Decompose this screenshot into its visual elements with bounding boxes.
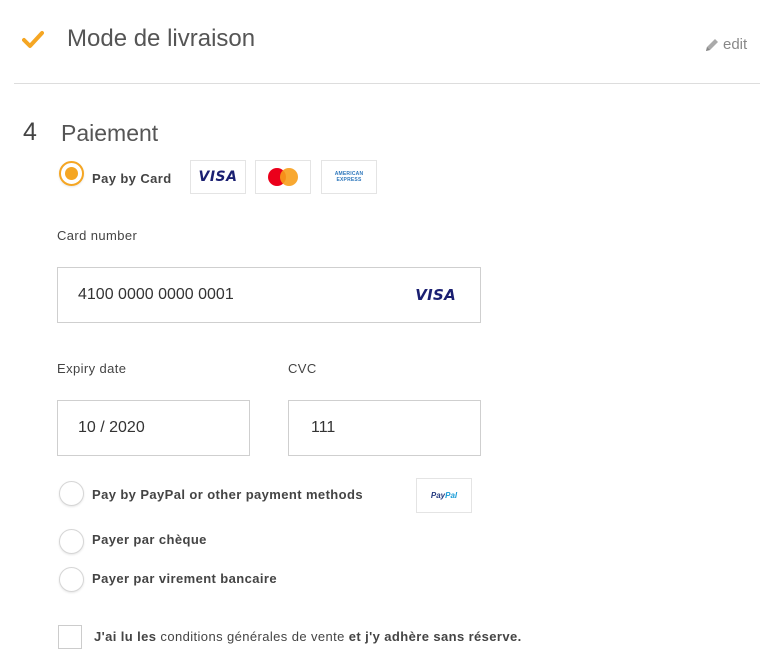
- mastercard-logo: [255, 160, 311, 194]
- cvc-value: 111: [311, 419, 336, 436]
- cvc-label: CVC: [288, 361, 317, 376]
- pencil-icon: [706, 38, 718, 51]
- edit-delivery-link[interactable]: edit: [704, 36, 747, 53]
- expiry-date-input[interactable]: 10 / 2020: [57, 400, 250, 456]
- mastercard-icon: [268, 168, 298, 186]
- card-brand-icon: VISA: [415, 286, 456, 304]
- pay-by-transfer-label[interactable]: Payer par virement bancaire: [92, 570, 277, 588]
- pay-by-cheque-label[interactable]: Payer par chèque: [92, 531, 207, 549]
- pay-by-card-radio[interactable]: [59, 161, 84, 186]
- paypal-logo: PayPal: [416, 478, 472, 513]
- pay-by-paypal-label[interactable]: Pay by PayPal or other payment methods: [92, 486, 363, 504]
- payment-step-number: 4: [23, 118, 37, 146]
- pay-by-card-label[interactable]: Pay by Card: [92, 170, 172, 188]
- paypal-logo-part2: Pal: [445, 491, 458, 500]
- visa-logo-text: VISA: [198, 169, 238, 185]
- pay-by-paypal-radio[interactable]: [59, 481, 84, 506]
- visa-logo: VISA: [190, 160, 246, 194]
- pay-by-cheque-radio[interactable]: [59, 529, 84, 554]
- paypal-logo-part1: Pay: [430, 491, 446, 500]
- cvc-input[interactable]: 111: [288, 400, 481, 456]
- check-icon: [22, 31, 44, 48]
- amex-logo: AMERICAN EXPRESS: [321, 160, 377, 194]
- delivery-step-title: Mode de livraison: [67, 25, 256, 52]
- card-number-value: 4100 0000 0000 0001: [78, 286, 234, 303]
- edit-label: edit: [723, 36, 748, 53]
- terms-text-part3: et j'y adhère sans réserve.: [348, 629, 522, 644]
- amex-line2: EXPRESS: [336, 177, 362, 183]
- terms-conditions-link[interactable]: conditions générales de vente: [156, 629, 348, 644]
- terms-text-part1: J'ai lu les: [94, 629, 157, 644]
- card-number-input[interactable]: 4100 0000 0000 0001 VISA: [57, 267, 481, 323]
- pay-by-transfer-radio[interactable]: [59, 567, 84, 592]
- expiry-date-label: Expiry date: [57, 361, 127, 376]
- section-divider: [14, 83, 760, 84]
- expiry-date-value: 10 / 2020: [78, 419, 145, 436]
- terms-checkbox[interactable]: [58, 625, 82, 649]
- terms-label[interactable]: J'ai lu les conditions générales de vent…: [94, 628, 522, 646]
- card-number-label: Card number: [57, 228, 138, 243]
- payment-step-title: Paiement: [61, 120, 159, 146]
